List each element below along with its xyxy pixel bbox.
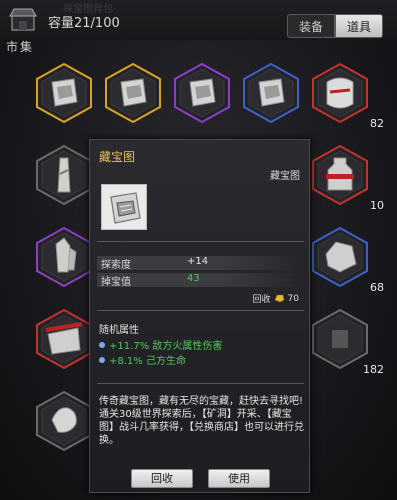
inventory-slot[interactable]: 6 bbox=[34, 226, 108, 294]
description-line: 传奇藏宝图，藏有无尽的宝藏，赶快去寻找吧! bbox=[99, 396, 304, 407]
hex-frame bbox=[105, 62, 161, 124]
top-bar: ·探宝图背包· 容量21/100 装备 道具 bbox=[0, 0, 397, 40]
item-count: 182 bbox=[363, 363, 384, 376]
item-icon bbox=[332, 330, 348, 348]
treasure-map-icon bbox=[189, 78, 216, 107]
recycle-button[interactable]: 回收 bbox=[131, 469, 193, 488]
inventory-slot[interactable]: 10 bbox=[310, 144, 384, 212]
hex-frame bbox=[36, 62, 92, 124]
item-name: 藏宝图 bbox=[99, 150, 136, 164]
divider bbox=[97, 241, 304, 242]
inventory-slot[interactable]: 44 bbox=[34, 390, 108, 458]
recycle-label: 回收 bbox=[252, 295, 271, 305]
item-type: 藏宝图 bbox=[270, 171, 300, 182]
blade-icon bbox=[57, 157, 71, 193]
gem-icon bbox=[99, 356, 105, 363]
hex-frame bbox=[312, 226, 368, 288]
hex-frame bbox=[174, 62, 230, 124]
inventory-slot[interactable]: 82 bbox=[310, 62, 384, 130]
attribute-line: +8.1% 己方生命 bbox=[99, 352, 186, 367]
cloth-bundle-icon bbox=[45, 322, 83, 355]
random-attributes-title: 随机属性 bbox=[99, 325, 139, 336]
attribute-text: +8.1% 己方生命 bbox=[109, 356, 186, 367]
item-detail-popup: 藏宝图 藏宝图 探索度 +14 掉宝值 43 回收 70 随机属性 +11.7%… bbox=[89, 139, 310, 493]
inventory-slot[interactable]: 182 bbox=[310, 308, 384, 376]
item-preview bbox=[101, 184, 147, 230]
hex-frame bbox=[36, 390, 92, 452]
hex-frame bbox=[36, 308, 92, 370]
treasure-map-icon bbox=[110, 192, 141, 224]
recycle-value: 回收 70 bbox=[252, 292, 299, 306]
item-count: 82 bbox=[370, 117, 384, 130]
gold-coin-icon bbox=[274, 294, 284, 303]
attribute-line: +11.7% 敌方火属性伤害 bbox=[99, 337, 222, 352]
tab-bar: 装备 道具 bbox=[287, 14, 383, 38]
hex-frame bbox=[243, 62, 299, 124]
stat-value: +14 bbox=[187, 256, 209, 267]
hex-frame bbox=[312, 308, 368, 370]
tab-equipment[interactable]: 装备 bbox=[287, 14, 335, 38]
stat-row-exploration: 探索度 +14 bbox=[97, 256, 304, 271]
recycle-amount: 70 bbox=[287, 293, 299, 304]
item-count: 10 bbox=[370, 199, 384, 212]
market-stall-icon[interactable] bbox=[6, 4, 40, 38]
stat-value: 43 bbox=[187, 273, 200, 284]
treasure-map-icon bbox=[51, 78, 78, 107]
stat-label: 掉宝值 bbox=[101, 277, 131, 288]
hex-frame bbox=[36, 144, 92, 206]
divider bbox=[97, 310, 304, 311]
item-description: 传奇藏宝图，藏有无尽的宝藏，赶快去寻找吧! 通关30级世界探索后，【矿洞】开采、… bbox=[99, 395, 304, 447]
attribute-text: +11.7% 敌方火属性伤害 bbox=[109, 341, 223, 352]
use-button[interactable]: 使用 bbox=[208, 469, 270, 488]
hex-frame bbox=[312, 62, 368, 124]
inventory-slot[interactable] bbox=[103, 62, 163, 124]
inventory-slot[interactable]: 68 bbox=[310, 226, 384, 294]
divider bbox=[97, 383, 304, 384]
tab-items[interactable]: 道具 bbox=[335, 14, 383, 38]
treasure-map-icon bbox=[258, 78, 285, 107]
inventory-slot[interactable] bbox=[34, 62, 94, 124]
description-line: 通关30级世界探索后，【矿洞】开采、【藏宝图】战斗几率获得，【兑换商店】也可以进… bbox=[99, 409, 304, 446]
stat-label: 探索度 bbox=[101, 260, 131, 271]
inventory-slot[interactable] bbox=[241, 62, 301, 124]
hex-frame bbox=[36, 226, 92, 288]
inventory-slot[interactable]: 2 bbox=[34, 144, 108, 212]
inventory-slot[interactable]: 20 bbox=[34, 308, 108, 376]
capacity-counter: 容量21/100 bbox=[48, 16, 120, 31]
gem-icon bbox=[99, 341, 105, 348]
hex-frame bbox=[312, 144, 368, 206]
market-label[interactable]: 市集 bbox=[6, 38, 34, 55]
scroll-icon bbox=[326, 77, 354, 109]
stat-row-drop: 掉宝值 43 bbox=[97, 273, 304, 288]
treasure-map-icon bbox=[120, 78, 147, 107]
item-count: 68 bbox=[370, 281, 384, 294]
inventory-slot[interactable] bbox=[172, 62, 232, 124]
